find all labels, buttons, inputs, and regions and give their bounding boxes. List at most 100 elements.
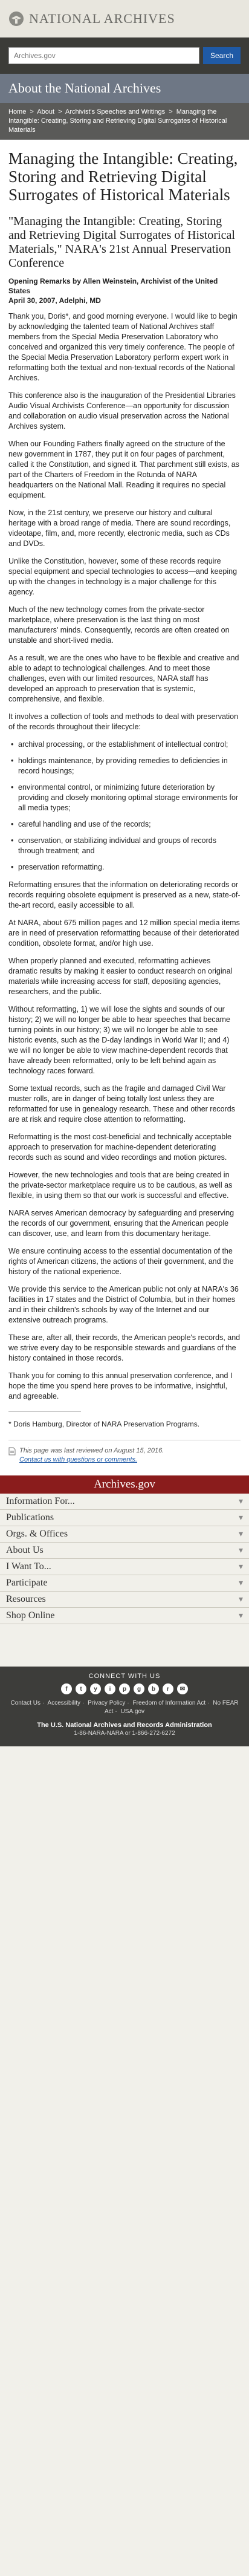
paragraph: Thank you for coming to this annual pres… [8,1371,233,1400]
chevron-down-icon: ▾ [238,1529,243,1539]
paragraph: Reformatting ensures that the informatio… [8,880,241,909]
paragraph: At NARA, about 675 million pages and 12 … [8,919,240,948]
paragraph: When properly planned and executed, refo… [8,957,233,996]
footnote-divider [8,1411,81,1412]
breadcrumb-home[interactable]: Home [8,108,26,115]
footer-nav: Information For... ▾ Publications ▾ Orgs. … [0,1494,249,1624]
paragraph: These are, after all, their records, the… [8,1333,241,1362]
paragraph: We ensure continuing access to the essen… [8,1247,234,1276]
footer-link-contact[interactable]: Contact Us [11,1700,40,1706]
chevron-down-icon: ▾ [238,1595,243,1604]
top-bar: NATIONAL ARCHIVES [0,0,249,37]
footer-nav-orgs-offices[interactable]: Orgs. & Offices ▾ [0,1526,249,1543]
footer-nav-label: About Us [6,1545,44,1555]
footer-nav-label: I Want To... [6,1561,51,1572]
footer-nav-i-want-to[interactable]: I Want To... ▾ [0,1559,249,1575]
footnote: * Doris Hamburg, Director of NARA Preser… [8,1420,200,1428]
youtube-icon[interactable]: y [90,1683,101,1694]
list-item: careful handling and use of the records; [8,819,241,830]
footer-nav-participate[interactable]: Participate ▾ [0,1575,249,1592]
footer-nav-label: Participate [6,1578,48,1588]
main-content: Managing the Intangible: Creating, Stori… [0,140,249,1475]
footer-link-privacy[interactable]: Privacy Policy [88,1700,125,1706]
list-item: preservation reformatting. [8,862,241,873]
footer-nav-label: Information For... [6,1496,75,1506]
footer-nav-shop-online[interactable]: Shop Online ▾ [0,1608,249,1624]
logo-text: NATIONAL ARCHIVES [29,11,175,26]
social-icons: f t y i p g b r ✉ [8,1683,241,1694]
site-footer: CONNECT WITH US f t y i p g b r ✉ Contac… [0,1667,249,1746]
list-item: archival processing, or the establishmen… [8,740,241,750]
site-logo[interactable]: NATIONAL ARCHIVES [8,11,175,27]
chevron-down-icon: ▾ [238,1546,243,1555]
paragraph: Without reformatting, 1) we will lose th… [8,1005,230,1075]
contact-link[interactable]: Contact us with questions or comments. [19,1456,137,1463]
twitter-icon[interactable]: t [76,1683,86,1694]
breadcrumb-speeches[interactable]: Archivist's Speeches and Writings [65,108,165,115]
page-info: This page was last reviewed on August 15… [8,1440,241,1471]
section-banner: About the National Archives [0,74,249,103]
paragraph: As a result, we are the ones who have to… [8,654,239,703]
footer-nav-resources[interactable]: Resources ▾ [0,1592,249,1608]
breadcrumb-separator: > [30,108,34,115]
phone-number: 1-86-NARA-NARA or 1-866-272-6272 [74,1730,175,1737]
paragraph: Unlike the Constitution, however, some o… [8,557,238,596]
article-meta: Opening Remarks by Allen Weinstein, Arch… [8,276,241,305]
search-bar: Search [0,37,249,74]
rss-icon[interactable]: r [163,1683,173,1694]
list-item: conservation, or stabilizing individual … [8,836,241,856]
paragraph: It involves a collection of tools and me… [8,712,239,731]
footer-links: Contact Us · Accessibility · Privacy Polic… [10,1700,239,1715]
date-location: April 30, 2007, Adelphi, MD [8,296,101,305]
breadcrumb-separator: > [58,108,62,115]
chevron-down-icon: ▾ [238,1611,243,1621]
site-header: NATIONAL ARCHIVES Search About the Natio… [0,0,249,140]
chevron-down-icon: ▾ [238,1513,243,1523]
chevron-down-icon: ▾ [238,1578,243,1588]
archives-gov-bar[interactable]: Archives.gov [0,1475,249,1494]
facebook-icon[interactable]: f [61,1683,72,1694]
paragraph: Thank you, Doris*, and good morning ever… [8,312,238,382]
footer-nav-publications[interactable]: Publications ▾ [0,1510,249,1526]
blog-icon[interactable]: b [148,1683,159,1694]
breadcrumb-separator: > [169,108,173,115]
paragraph: This conference also is the inauguration… [8,391,236,431]
footer-link-accessibility[interactable]: Accessibility [48,1700,80,1706]
paragraph: When our Founding Fathers finally agreed… [8,440,239,499]
footer-nav-information-for[interactable]: Information For... ▾ [0,1494,249,1510]
paragraph: Reformatting is the most cost-beneficial… [8,1133,231,1162]
last-reviewed: This page was last reviewed on August 15… [19,1447,164,1454]
speaker-line: Opening Remarks by Allen Weinstein, Arch… [8,277,218,295]
eagle-logo-icon [9,11,24,26]
footer-link-usa-gov[interactable]: USA.gov [121,1708,144,1715]
article-subtitle: "Managing the Intangible: Creating, Stor… [8,215,235,270]
breadcrumb: Home > About > Archivist's Speeches and … [0,103,249,140]
preservation-methods-list: archival processing, or the establishmen… [8,740,241,873]
connect-title: CONNECT WITH US [88,1673,161,1680]
list-item: environmental control, or minimizing fut… [8,782,241,813]
paragraph: Now, in the 21st century, we preserve ou… [8,509,231,548]
search-input[interactable] [8,47,199,64]
footer-nav-about-us[interactable]: About Us ▾ [0,1543,249,1559]
footer-nav-label: Shop Online [6,1610,55,1621]
footer-nav-label: Resources [6,1594,46,1604]
chevron-down-icon: ▾ [238,1497,243,1506]
paragraph: Much of the new technology comes from th… [8,605,230,645]
document-icon [8,1447,16,1456]
paragraph: We provide this service to the American … [8,1285,239,1324]
breadcrumb-about[interactable]: About [37,108,54,115]
footer-nav-label: Publications [6,1512,54,1523]
chevron-down-icon: ▾ [238,1562,243,1572]
pinterest-icon[interactable]: p [119,1683,130,1694]
paragraph: NARA serves American democracy by safegu… [8,1209,234,1238]
search-button[interactable]: Search [202,47,241,64]
paragraph: However, the new technologies and tools … [8,1171,233,1200]
github-icon[interactable]: g [134,1683,144,1694]
email-icon[interactable]: ✉ [177,1683,188,1694]
footer-nav-label: Orgs. & Offices [6,1529,68,1539]
instagram-icon[interactable]: i [105,1683,115,1694]
footer-link-foia[interactable]: Freedom of Information Act [133,1700,206,1706]
spacer [0,1624,249,1667]
paragraph: Some textual records, such as the fragil… [8,1084,235,1124]
page-title: Managing the Intangible: Creating, Stori… [8,149,238,204]
